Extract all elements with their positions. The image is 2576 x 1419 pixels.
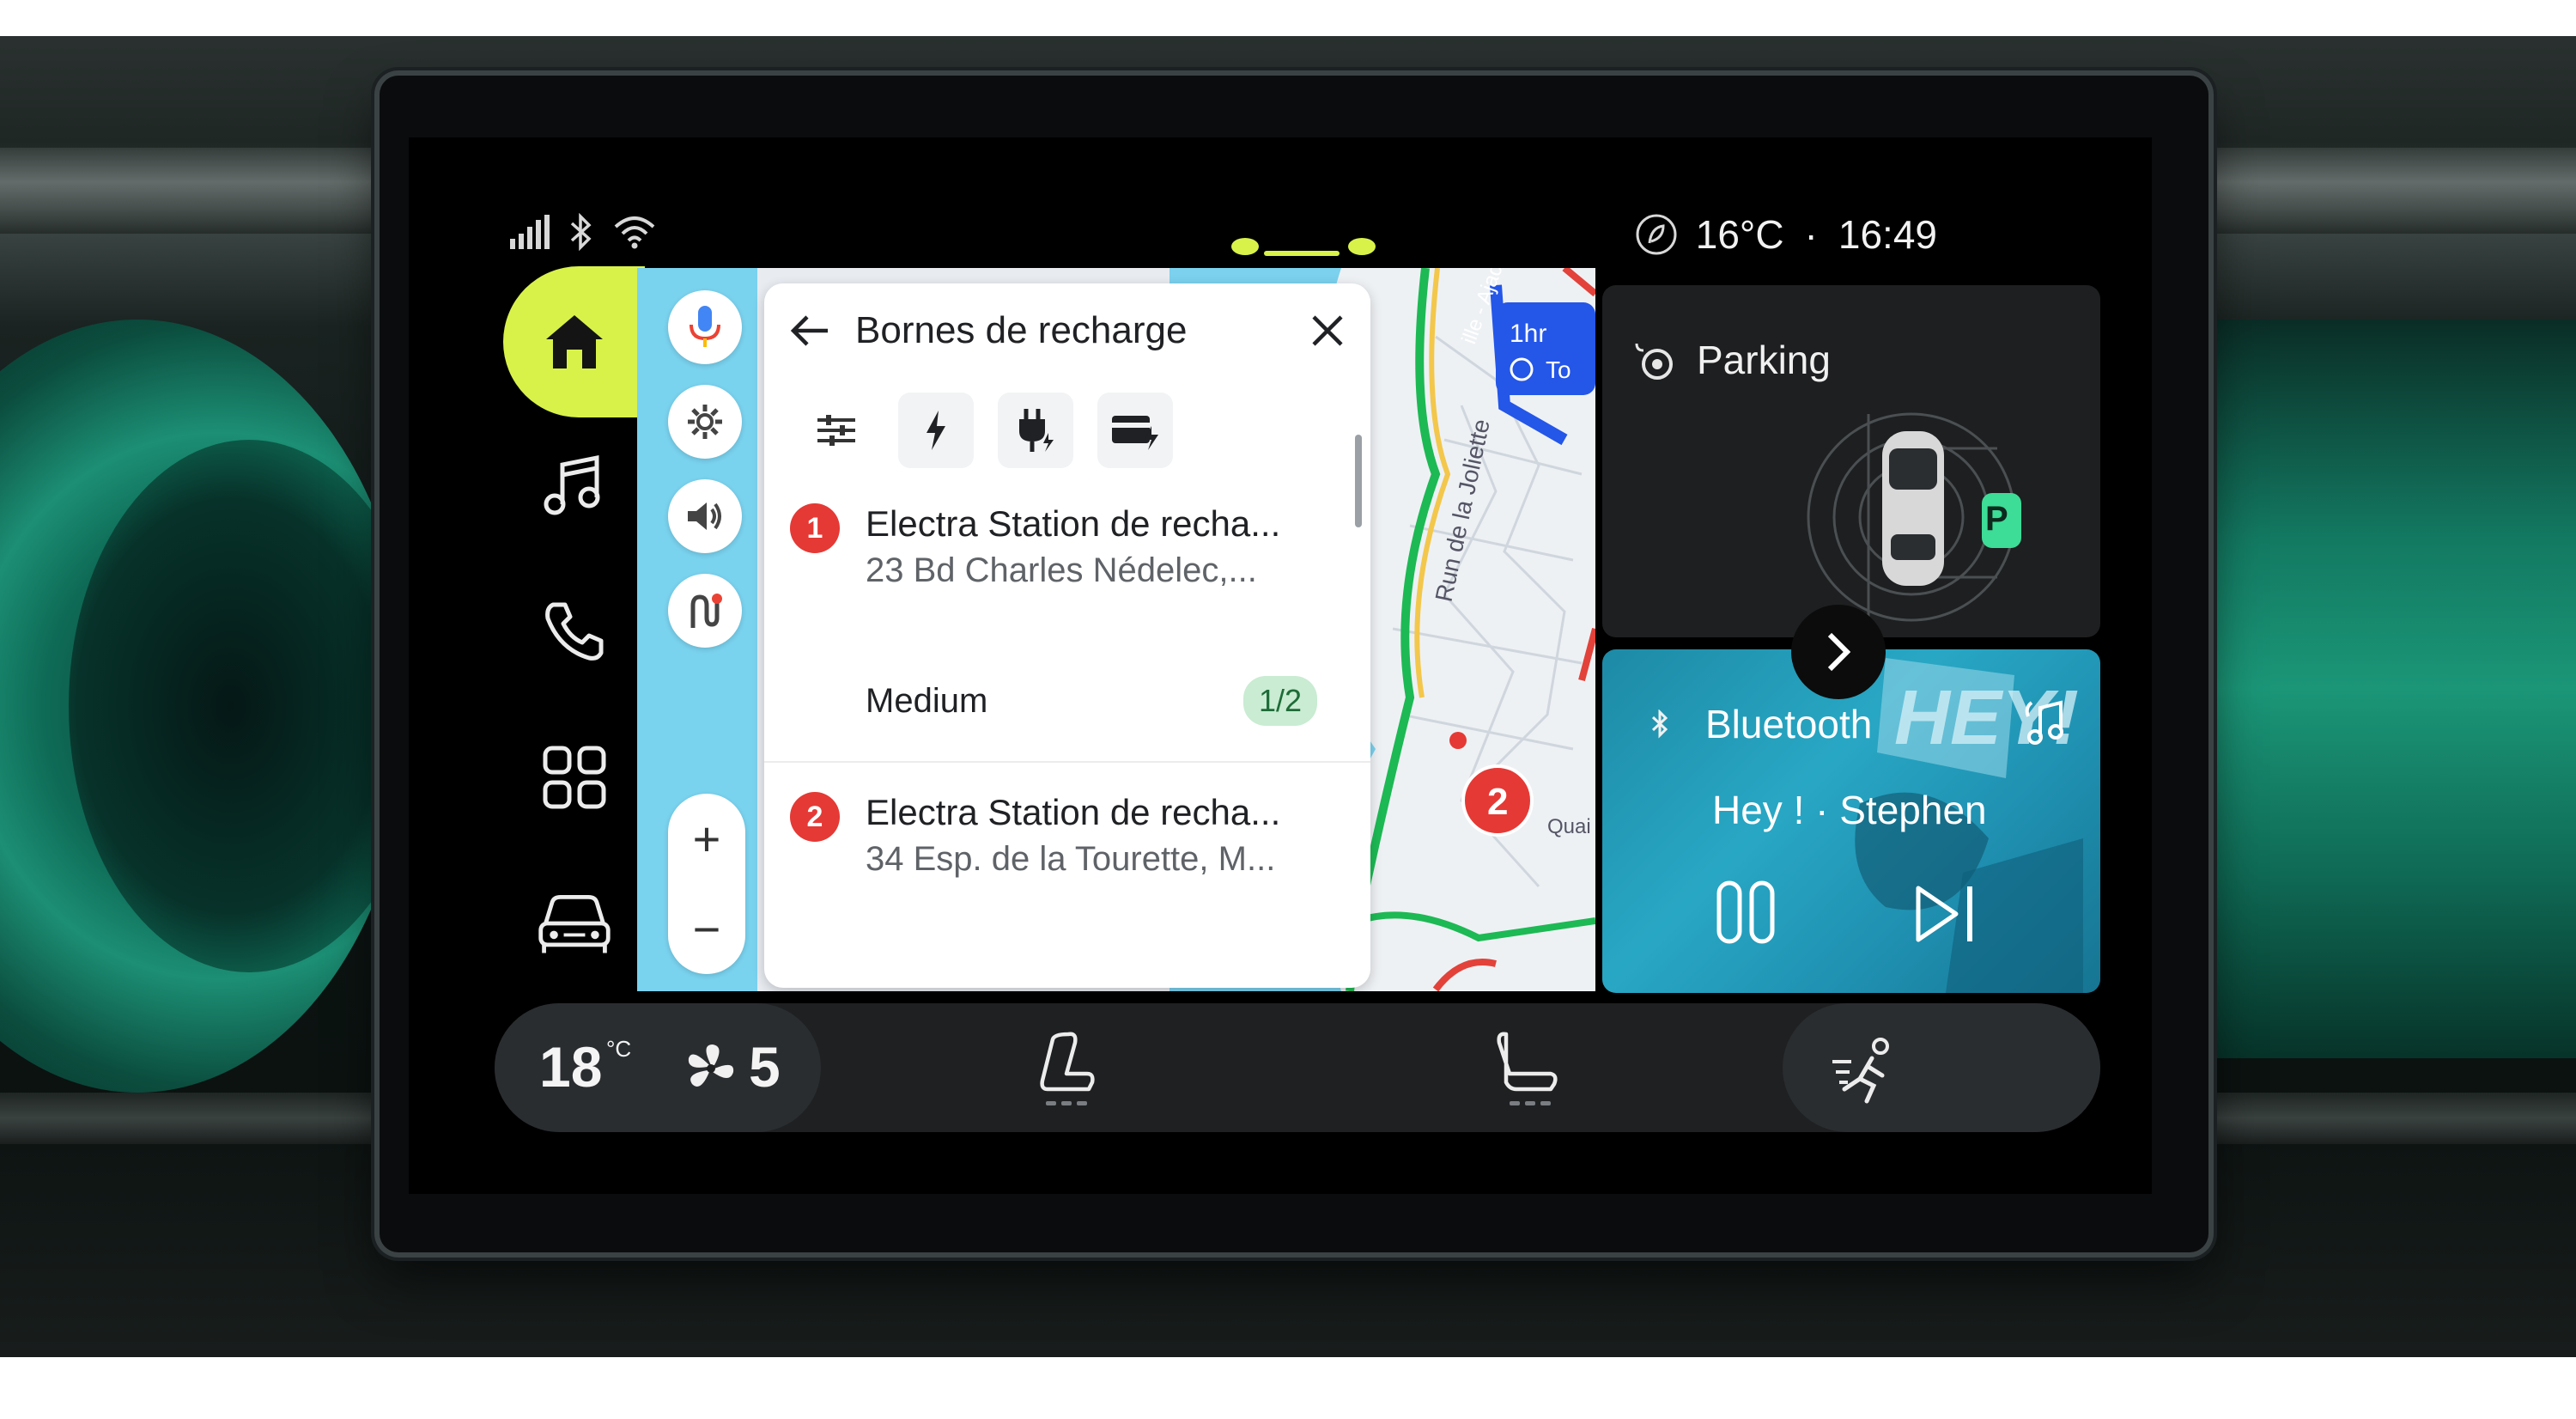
outside-temperature: 16°C <box>1695 212 1784 257</box>
result-name: Electra Station de recha... <box>866 503 1281 544</box>
signal-icon <box>510 215 550 249</box>
airflow-person-icon <box>1832 1038 1889 1104</box>
climate-bar: 18 °C 5 <box>495 1003 2100 1132</box>
back-arrow-icon[interactable] <box>790 314 829 348</box>
wifi-icon <box>614 216 655 249</box>
list-item[interactable]: 2 Electra Station de recha... 34 Esp. de… <box>764 763 1370 929</box>
ev-plug-icon <box>1019 409 1054 452</box>
zoom-control: + − <box>668 794 745 974</box>
fan-icon <box>688 1044 734 1087</box>
result-address: 23 Bd Charles Nédelec,... <box>866 551 1257 589</box>
volume-button[interactable] <box>668 479 742 553</box>
chevron-right-icon <box>1827 632 1851 672</box>
pause-icon[interactable] <box>1714 880 1779 945</box>
route-badge-sub: To <box>1546 356 1571 383</box>
airflow-button[interactable] <box>1829 1036 1898 1105</box>
close-icon[interactable] <box>1310 314 1345 348</box>
temperature-unit: °C <box>606 1036 632 1062</box>
route-options-button[interactable] <box>668 574 742 648</box>
voice-search-button[interactable] <box>668 290 742 364</box>
music-icon <box>544 454 600 515</box>
route-badge-time: 1hr <box>1510 320 1546 348</box>
filter-row <box>764 378 1370 478</box>
phone-icon <box>545 602 604 661</box>
sliders-icon <box>817 415 855 446</box>
panel-title: Bornes de recharge <box>855 309 1188 351</box>
dash-green-vent-inner <box>69 440 429 972</box>
fan-level: 5 <box>749 1035 781 1099</box>
zoom-in-button[interactable]: + <box>693 814 721 863</box>
map-action-column <box>668 290 747 651</box>
clock: 16:49 <box>1838 212 1937 257</box>
list-item[interactable]: 1 Electra Station de recha... 23 Bd Char… <box>764 478 1370 641</box>
eco-leaf-icon <box>1636 214 1677 255</box>
cabin-temperature: 18 <box>539 1035 603 1099</box>
expand-panel-button[interactable] <box>1791 605 1886 699</box>
panel-header: Bornes de recharge <box>764 283 1370 378</box>
status-right: 16°C · 16:49 <box>1634 211 1937 258</box>
home-icon <box>545 315 603 368</box>
music-button[interactable] <box>536 447 613 524</box>
dash-green-panel-right <box>2198 320 2576 1058</box>
next-track-icon[interactable] <box>1913 883 1978 945</box>
car-icon <box>538 894 611 953</box>
gear-icon <box>688 405 722 439</box>
filter-fast-charge-button[interactable] <box>898 393 974 468</box>
climate-controls[interactable]: 18 °C 5 <box>495 1003 821 1132</box>
route-icon <box>690 594 722 628</box>
home-button[interactable] <box>503 266 645 417</box>
zoom-out-button[interactable]: − <box>693 904 721 953</box>
driver-assist-pill <box>1783 1003 2100 1132</box>
drive-mode-indicator <box>1231 238 1376 256</box>
result-address: 34 Esp. de la Tourette, M... <box>866 840 1276 878</box>
parking-spot-label: P <box>1985 500 2008 538</box>
result-index-badge: 2 <box>790 792 840 842</box>
map-marker-2[interactable]: 2 <box>1487 781 1508 823</box>
bluetooth-icon <box>570 213 592 251</box>
card-charge-icon <box>1112 416 1158 450</box>
microphone-icon <box>690 306 720 347</box>
filter-settings-button[interactable] <box>799 393 874 468</box>
map-settings-button[interactable] <box>668 385 742 459</box>
availability-badge: 1/2 <box>1242 676 1317 726</box>
charge-speed-row: Medium 1/2 <box>764 641 1370 761</box>
filter-payment-button[interactable] <box>1097 393 1173 468</box>
infotainment-screen: 16°C · 16:49 1hr To Run de la Joliette i… <box>409 137 2152 1194</box>
apps-button[interactable] <box>536 739 613 816</box>
driver-seat-heat-button[interactable] <box>1027 1029 1104 1115</box>
media-source: Bluetooth <box>1705 702 1873 746</box>
parking-visual <box>1807 412 2021 629</box>
bluetooth-small-icon <box>1651 710 1668 739</box>
charging-search-panel: Bornes de recharge 1 Electra Station de … <box>764 283 1370 988</box>
volume-icon <box>688 502 721 530</box>
map-quai-label: Quai <box>1547 815 1591 838</box>
apps-grid-icon <box>543 746 606 809</box>
filter-connector-button[interactable] <box>998 393 1073 468</box>
parking-sensor-icon <box>1635 343 1673 380</box>
vehicle-button[interactable] <box>536 885 613 962</box>
lightning-icon <box>927 411 945 450</box>
track-title: Hey ! · Stephen <box>1712 788 1987 832</box>
phone-button[interactable] <box>536 593 613 670</box>
parking-card[interactable]: Parking P <box>1602 285 2100 637</box>
result-name: Electra Station de recha... <box>866 792 1281 832</box>
music-source-icon[interactable] <box>2023 699 2071 747</box>
seat-icon <box>1497 1032 1558 1105</box>
media-card[interactable]: HEY! Bluetooth Hey ! · Stephen <box>1602 649 2100 993</box>
charge-speed: Medium <box>866 681 988 720</box>
navigation-map[interactable]: 1hr To Run de la Joliette ille - Ajaccio… <box>637 268 1595 991</box>
result-index-badge: 1 <box>790 503 840 553</box>
passenger-seat-heat-button[interactable] <box>1491 1029 1568 1115</box>
seat-icon <box>1040 1032 1095 1105</box>
status-separator: · <box>1804 212 1818 257</box>
parking-title: Parking <box>1697 338 1831 382</box>
status-icons <box>510 213 656 251</box>
